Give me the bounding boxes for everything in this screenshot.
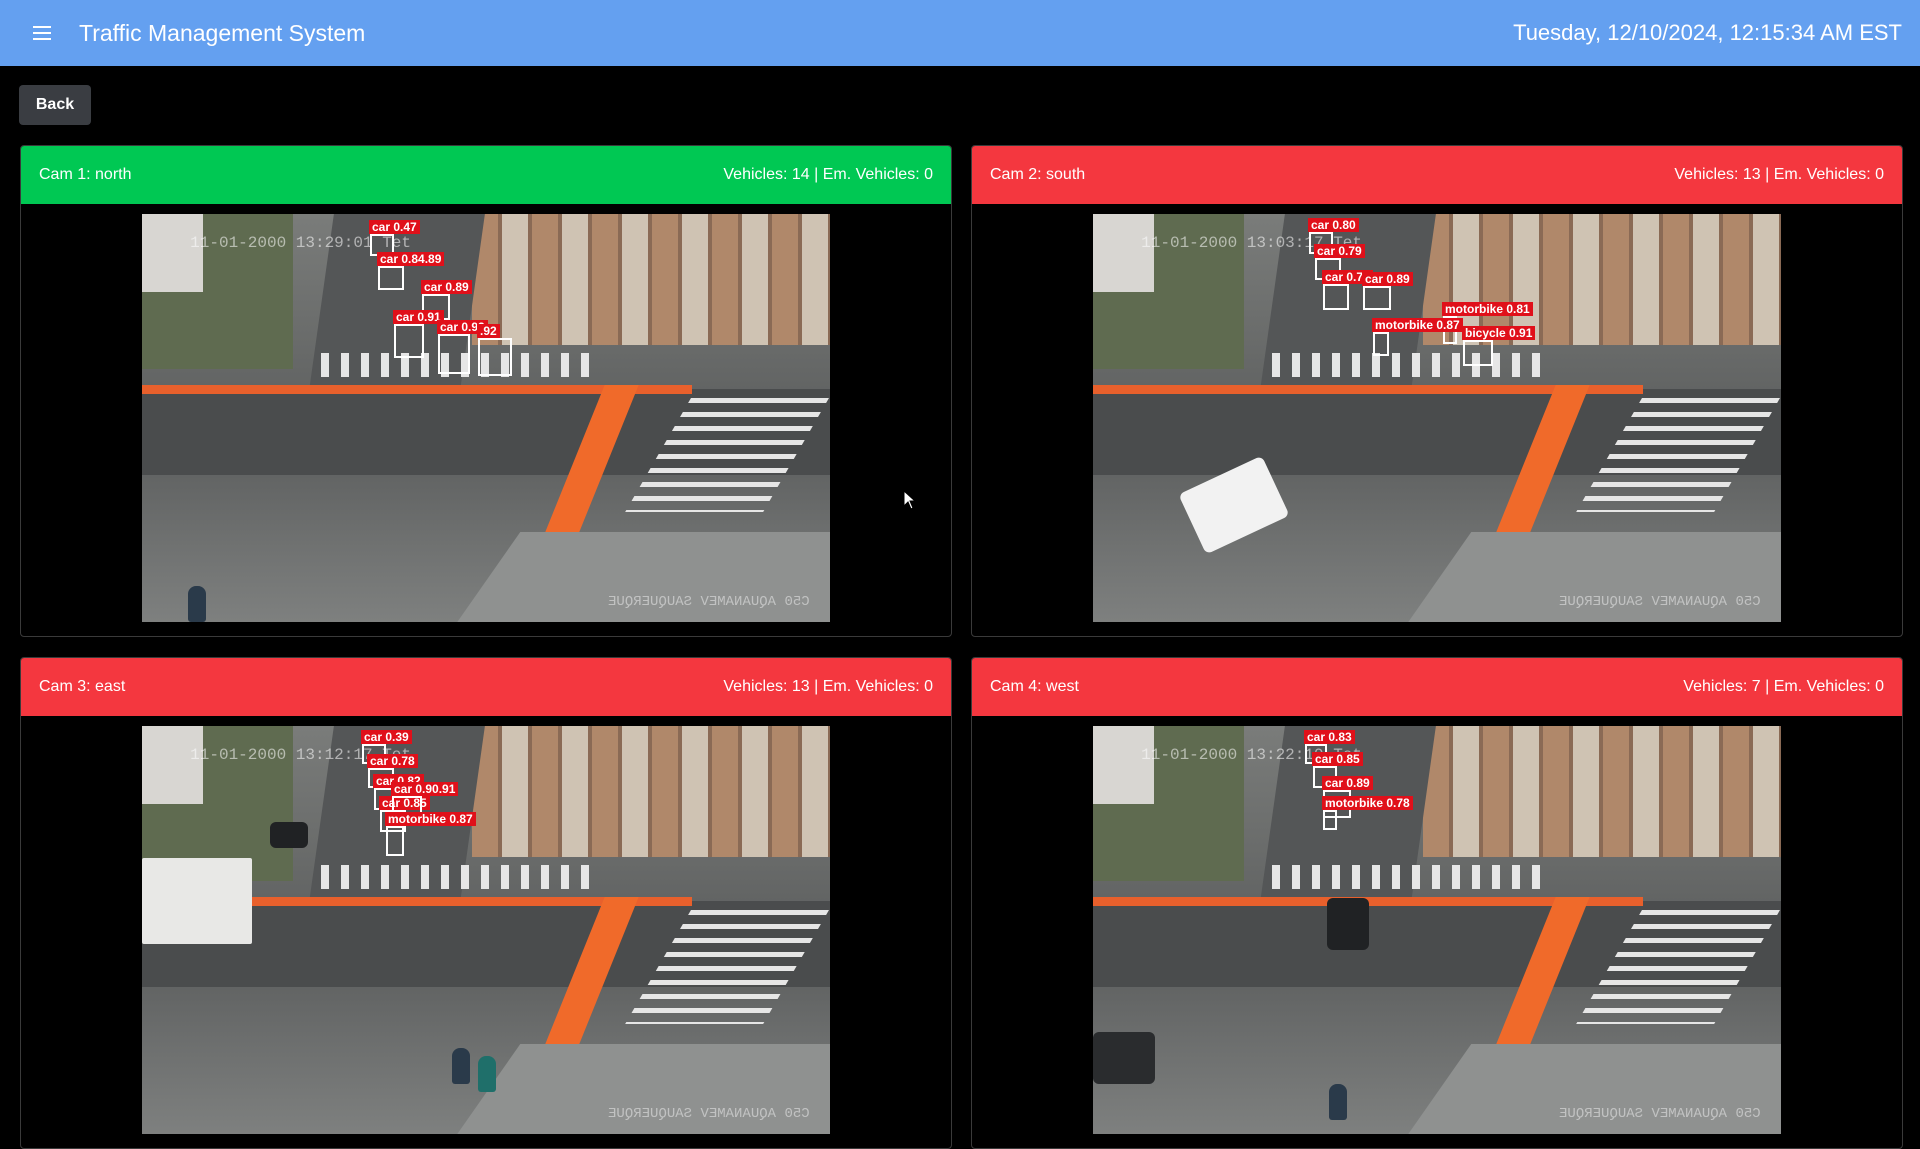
camera-name: Cam 3: east (39, 678, 126, 695)
camera-feed-2[interactable]: 11-01-2000 13:03:17 Tet C50 AQUANAMEV SA… (1093, 214, 1781, 622)
detection-box: .92 (477, 324, 512, 376)
camera-header-3: Cam 3: east Vehicles: 13 | Em. Vehicles:… (21, 658, 951, 716)
camera-feed-1[interactable]: 11-01-2000 13:29:01 Tet C50 AQUANAMEV SA… (142, 214, 830, 622)
camera-feed-3[interactable]: 11-01-2000 13:12:17 Tet C50 AQUANAMEV SA… (142, 726, 830, 1134)
detection-box: car 0.89 (1362, 272, 1413, 310)
hamburger-menu-icon[interactable] (22, 13, 62, 53)
camera-feed-4[interactable]: 11-01-2000 13:22:19 Tet C50 AQUANAMEV SA… (1093, 726, 1781, 1134)
camera-header-2: Cam 2: south Vehicles: 13 | Em. Vehicles… (972, 146, 1902, 204)
camera-name: Cam 2: south (990, 166, 1086, 183)
camera-stats: Vehicles: 13 | Em. Vehicles: 0 (1674, 166, 1884, 183)
camera-name: Cam 1: north (39, 166, 132, 183)
camera-header-1: Cam 1: north Vehicles: 14 | Em. Vehicles… (21, 146, 951, 204)
camera-card-3: Cam 3: east Vehicles: 13 | Em. Vehicles:… (20, 657, 952, 1149)
detection-box: motorbike 0.87 (1372, 318, 1463, 356)
current-datetime: Tuesday, 12/10/2024, 12:15:34 AM EST (1513, 20, 1902, 45)
detection-box: motorbike 0.78 (1322, 796, 1413, 830)
detection-box: bicycle 0.91 (1462, 326, 1536, 366)
detection-box: car 0.84.89 (377, 252, 445, 290)
camera-stats: Vehicles: 7 | Em. Vehicles: 0 (1683, 678, 1884, 695)
detection-box: car 0.93 (437, 320, 488, 374)
camera-stats: Vehicles: 13 | Em. Vehicles: 0 (723, 678, 933, 695)
detection-box: motorbike 0.87 (385, 812, 476, 856)
camera-card-4: Cam 4: west Vehicles: 7 | Em. Vehicles: … (971, 657, 1903, 1149)
camera-stats: Vehicles: 14 | Em. Vehicles: 0 (723, 166, 933, 183)
camera-card-1: Cam 1: north Vehicles: 14 | Em. Vehicles… (20, 145, 952, 637)
back-button[interactable]: Back (19, 85, 91, 125)
camera-card-2: Cam 2: south Vehicles: 13 | Em. Vehicles… (971, 145, 1903, 637)
detection-box: car 0.73 (1322, 270, 1373, 310)
app-bar: Traffic Management System Tuesday, 12/10… (0, 0, 1920, 66)
camera-header-4: Cam 4: west Vehicles: 7 | Em. Vehicles: … (972, 658, 1902, 716)
camera-name: Cam 4: west (990, 678, 1079, 695)
detection-box: car 0.91 (393, 310, 444, 358)
app-title: Traffic Management System (79, 19, 366, 46)
mouse-cursor-icon (903, 490, 917, 510)
